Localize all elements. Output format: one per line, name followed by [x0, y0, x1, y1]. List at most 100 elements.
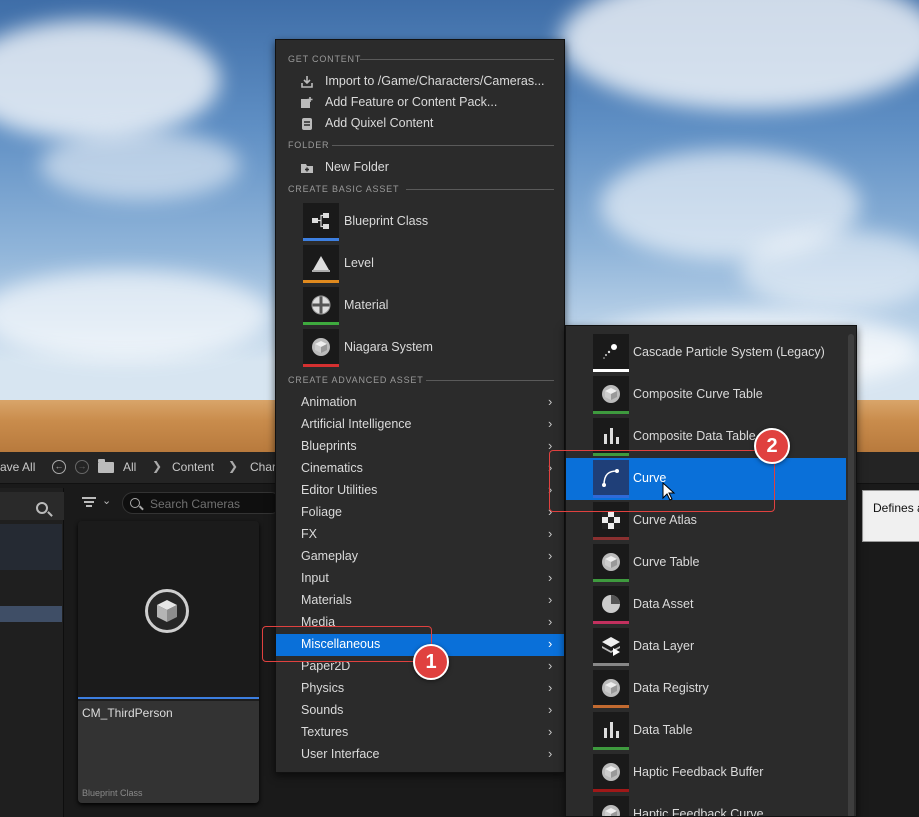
submenu-item-label: Curve Table: [633, 555, 700, 569]
chevron-right-icon: ›: [548, 614, 553, 629]
submenu-item-curve-table[interactable]: Curve Table: [566, 542, 846, 584]
breadcrumb-characters[interactable]: Char: [250, 460, 276, 474]
submenu-item-data-asset[interactable]: Data Asset: [566, 584, 846, 626]
category-cinematics[interactable]: Cinematics ›: [276, 458, 564, 480]
submenu-item-label: Data Registry: [633, 681, 709, 695]
submenu-item-data-registry[interactable]: Data Registry: [566, 668, 846, 710]
chevron-right-icon: ›: [548, 394, 553, 409]
category-textures[interactable]: Textures ›: [276, 722, 564, 744]
category-materials[interactable]: Materials ›: [276, 590, 564, 612]
cube-icon: [602, 763, 620, 781]
filter-icon[interactable]: [82, 497, 96, 507]
tooltip: Defines a: [862, 490, 919, 542]
cube-icon: [602, 805, 620, 816]
niagara-system-menu-item[interactable]: Niagara System: [303, 329, 561, 367]
add-feature-pack-menu-item[interactable]: Add Feature or Content Pack...: [300, 93, 562, 113]
cube-icon: [602, 679, 620, 697]
category-blueprints[interactable]: Blueprints ›: [276, 436, 564, 458]
asset-thumbnail: [593, 334, 629, 372]
back-icon[interactable]: ←: [52, 460, 66, 474]
search-icon[interactable]: [36, 502, 48, 514]
asset-type: Blueprint Class: [82, 788, 143, 798]
submenu-scrollbar[interactable]: [848, 334, 854, 816]
category-physics[interactable]: Physics ›: [276, 678, 564, 700]
add-quixel-content-menu-item[interactable]: Add Quixel Content: [300, 114, 562, 134]
submenu-item-haptic-feedback-curve[interactable]: Haptic Feedback Curve: [566, 794, 846, 817]
material-menu-item[interactable]: Material: [303, 287, 561, 325]
category-label: Physics: [301, 681, 345, 695]
forward-icon[interactable]: →: [75, 460, 89, 474]
folder-icon[interactable]: [98, 459, 114, 473]
import-menu-item[interactable]: Import to /Game/Characters/Cameras...: [300, 72, 562, 92]
checker-icon: [602, 511, 620, 529]
cloud: [0, 270, 270, 360]
filter-bar: ⌄ Search Cameras: [70, 488, 282, 516]
submenu-item-label: Composite Curve Table: [633, 387, 763, 401]
miscellaneous-submenu: Cascade Particle System (Legacy) Composit…: [565, 325, 857, 817]
asset-thumbnail: [593, 670, 629, 708]
submenu-item-data-table[interactable]: Data Table: [566, 710, 846, 752]
submenu-item-composite-curve-table[interactable]: Composite Curve Table: [566, 374, 846, 416]
chevron-right-icon: ›: [548, 592, 553, 607]
submenu-item-label: Haptic Feedback Curve: [633, 807, 764, 817]
chevron-right-icon: ›: [548, 526, 553, 541]
category-label: User Interface: [301, 747, 380, 761]
chevron-down-icon[interactable]: ⌄: [102, 494, 111, 507]
cube-icon: [602, 553, 620, 571]
category-animation[interactable]: Animation ›: [276, 392, 564, 414]
folder-tree-item[interactable]: [0, 524, 62, 570]
folder-tree-item-selected[interactable]: [0, 606, 62, 622]
new-folder-icon: [301, 164, 313, 173]
breadcrumb-content[interactable]: Content: [172, 460, 214, 474]
level-menu-item[interactable]: Level: [303, 245, 561, 283]
section-header-folder: FOLDER: [288, 140, 330, 150]
asset-tile[interactable]: CM_ThirdPerson Blueprint Class: [78, 521, 259, 803]
cloud: [560, 0, 919, 110]
new-folder-menu-item[interactable]: New Folder: [300, 158, 562, 178]
level-thumbnail: [303, 245, 339, 283]
submenu-item-label: Data Table: [633, 723, 693, 737]
category-foliage[interactable]: Foliage ›: [276, 502, 564, 524]
category-editor-utilities[interactable]: Editor Utilities ›: [276, 480, 564, 502]
category-user-interface[interactable]: User Interface ›: [276, 744, 564, 766]
category-gameplay[interactable]: Gameplay ›: [276, 546, 564, 568]
submenu-item-data-layer[interactable]: Data Layer: [566, 626, 846, 668]
category-label: Blueprints: [301, 439, 357, 453]
chevron-right-icon: ›: [548, 636, 553, 651]
category-artificial-intelligence[interactable]: Artificial Intelligence ›: [276, 414, 564, 436]
category-label: Sounds: [301, 703, 344, 717]
breadcrumb-all[interactable]: All: [123, 460, 136, 474]
bars-icon: [604, 428, 619, 444]
blueprint-cube-icon: [145, 589, 189, 633]
submenu-item-haptic-feedback-buffer[interactable]: Haptic Feedback Buffer: [566, 752, 846, 794]
search-input[interactable]: Search Cameras: [122, 492, 282, 514]
submenu-item-cascade-particle-system-legacy[interactable]: Cascade Particle System (Legacy): [566, 332, 846, 374]
level-icon: [312, 256, 330, 272]
submenu-item-label: Composite Data Table: [633, 429, 756, 443]
divider: [426, 380, 554, 381]
save-all-button[interactable]: ave All: [0, 460, 35, 474]
category-label: Gameplay: [301, 549, 358, 563]
chevron-right-icon: ❯: [152, 459, 163, 473]
chevron-right-icon: ›: [548, 724, 553, 739]
asset-info: CM_ThirdPerson Blueprint Class: [78, 701, 259, 803]
niagara-icon: [312, 338, 330, 356]
category-sounds[interactable]: Sounds ›: [276, 700, 564, 722]
divider: [406, 189, 554, 190]
annotation-box-miscellaneous: [262, 626, 432, 662]
divider: [332, 145, 554, 146]
asset-thumbnail: [593, 712, 629, 750]
asset-thumbnail: [78, 521, 259, 699]
category-input[interactable]: Input ›: [276, 568, 564, 590]
blueprint-class-menu-item[interactable]: Blueprint Class: [303, 203, 561, 241]
category-fx[interactable]: FX ›: [276, 524, 564, 546]
submenu-item-label: Cascade Particle System (Legacy): [633, 345, 825, 359]
particle-icon: [603, 344, 617, 359]
blueprint-thumbnail: [303, 203, 339, 241]
section-header-create-advanced-asset: CREATE ADVANCED ASSET: [288, 375, 424, 385]
submenu-item-label: Data Asset: [633, 597, 694, 611]
menu-item-label: Add Feature or Content Pack...: [325, 95, 498, 109]
chevron-right-icon: ›: [548, 570, 553, 585]
cloud: [740, 230, 919, 310]
category-label: Animation: [301, 395, 357, 409]
